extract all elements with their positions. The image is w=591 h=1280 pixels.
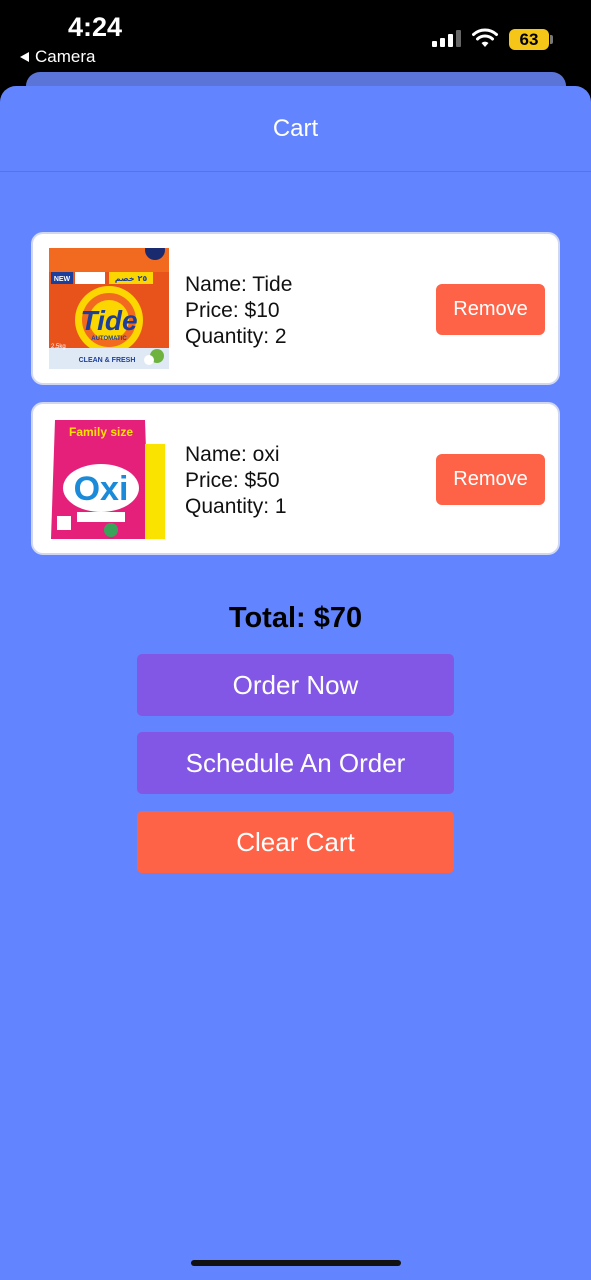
product-image-tide: NEW ٢٥ خصم Tide AUTOMATIC CLEAN & FRESH … <box>49 248 169 369</box>
item-details: Name: Tide Price: $10 Quantity: 2 <box>185 272 292 350</box>
back-to-camera-link[interactable]: Camera <box>20 47 95 67</box>
cellular-signal-icon <box>432 30 461 47</box>
status-time: 4:24 <box>68 12 123 42</box>
cart-item: Family size Oxi Name: oxi Price: $50 Qua… <box>31 402 560 555</box>
remove-button[interactable]: Remove <box>436 454 545 505</box>
item-price: Price: $50 <box>185 469 280 492</box>
cart-item: NEW ٢٥ خصم Tide AUTOMATIC CLEAN & FRESH … <box>31 232 560 385</box>
battery-icon: 63 <box>509 29 549 50</box>
item-quantity: Quantity: 1 <box>185 495 287 518</box>
item-details: Name: oxi Price: $50 Quantity: 1 <box>185 442 287 520</box>
back-app-label: Camera <box>35 47 96 66</box>
sheet-header: Cart <box>0 86 591 172</box>
item-name: Name: Tide <box>185 273 293 296</box>
item-quantity: Quantity: 2 <box>185 325 287 348</box>
item-price: Price: $10 <box>185 299 280 322</box>
page-title: Cart <box>272 114 319 142</box>
schedule-order-button[interactable]: Schedule An Order <box>137 732 454 794</box>
svg-text:Tide: Tide <box>80 305 137 336</box>
clear-cart-button[interactable]: Clear Cart <box>137 811 454 873</box>
svg-text:2.5kg: 2.5kg <box>51 344 66 350</box>
svg-text:AUTOMATIC: AUTOMATIC <box>91 336 127 342</box>
svg-text:Family size: Family size <box>69 425 133 439</box>
cart-sheet: Cart NEW ٢٥ خصم Tide AUTOMATIC CLEAN & F… <box>0 86 591 1280</box>
svg-text:٢٥ خصم: ٢٥ خصم <box>115 274 148 283</box>
order-now-button[interactable]: Order Now <box>137 654 454 716</box>
back-arrow-icon <box>20 52 29 62</box>
wifi-icon <box>472 28 498 47</box>
product-image-oxi: Family size Oxi <box>49 418 169 539</box>
svg-text:Oxi: Oxi <box>74 470 129 508</box>
svg-text:NEW: NEW <box>54 276 71 283</box>
battery-cap <box>550 35 553 44</box>
home-indicator[interactable] <box>191 1260 401 1266</box>
cart-total: Total: $70 <box>228 602 363 634</box>
item-name: Name: oxi <box>185 443 280 466</box>
remove-button[interactable]: Remove <box>436 284 545 335</box>
svg-text:CLEAN & FRESH: CLEAN & FRESH <box>79 357 136 364</box>
